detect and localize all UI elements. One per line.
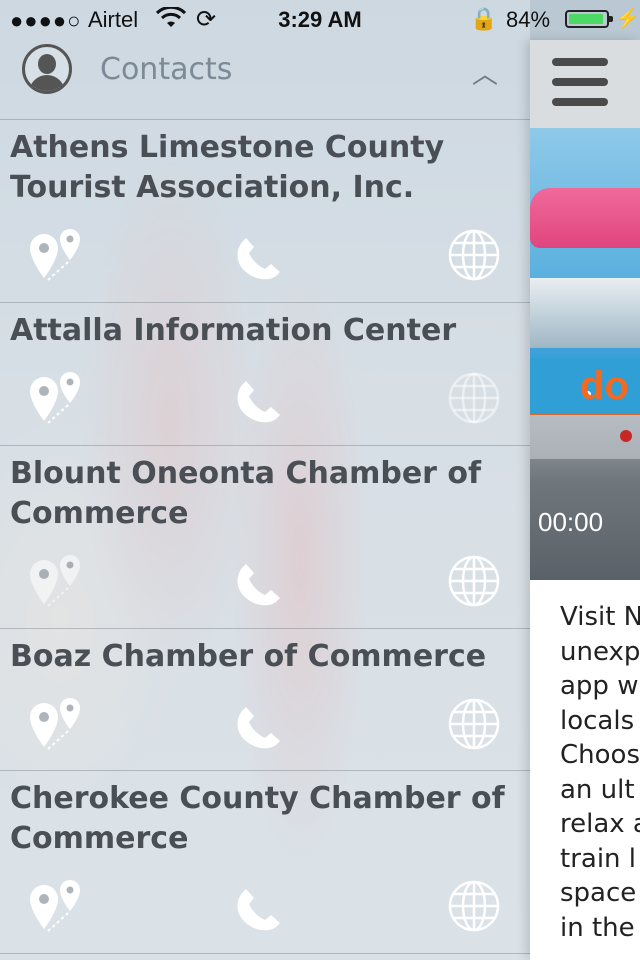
record-dot-icon	[620, 430, 632, 442]
avatar-icon[interactable]	[22, 44, 72, 94]
rotation-lock-icon: 🔒	[470, 6, 498, 31]
phone-icon[interactable]	[230, 554, 286, 612]
description-line: app w	[560, 671, 639, 701]
map-pin-icon[interactable]	[28, 879, 84, 937]
page-title: Contacts	[100, 52, 233, 87]
phone-icon[interactable]	[230, 697, 286, 755]
description-line: an ult	[560, 774, 635, 805]
contacts-header: Contacts ︿	[0, 40, 530, 120]
contact-name: Attalla Information Center	[10, 313, 457, 348]
description-line: space	[560, 878, 637, 908]
status-bar: ●●●●○ Airtel ⟳ 3:29 AM 🔒 84% ⚡	[0, 0, 640, 40]
map-pin-icon[interactable]	[28, 554, 84, 612]
globe-icon[interactable]	[446, 369, 502, 427]
contact-name: Blount Oneonta Chamber of Commerce	[10, 456, 482, 531]
description-line: relax a	[560, 809, 640, 839]
video-control-bar	[530, 415, 640, 459]
charging-icon: ⚡	[615, 8, 640, 30]
contact-name: Athens Limestone County Tourist Associat…	[10, 130, 445, 205]
globe-icon[interactable]	[446, 695, 502, 753]
contact-name: Cherokee County Chamber of Commerce	[10, 781, 505, 856]
road-image	[530, 278, 640, 348]
description-line: train l	[560, 843, 637, 874]
hero-banner-image	[530, 128, 640, 358]
phone-icon[interactable]	[230, 371, 286, 429]
description-line: unexp	[560, 636, 640, 667]
chevron-up-icon[interactable]: ︿	[472, 54, 498, 91]
globe-icon[interactable]	[446, 552, 502, 610]
brand-logo: do	[580, 364, 629, 408]
battery-percent: 84%	[506, 7, 551, 32]
globe-icon[interactable]	[446, 226, 502, 284]
description-line: locals	[560, 705, 635, 736]
description-text: Visit N unexp app w locals Choos an ult relax …	[560, 600, 640, 945]
map-pin-icon[interactable]	[28, 228, 84, 286]
main-content-peek: do 00:00 Visit N unexp app w locals Choos an …	[530, 40, 640, 960]
phone-icon[interactable]	[230, 228, 286, 286]
contact-item[interactable]: Boaz Chamber of Commerce	[0, 629, 530, 771]
top-bar	[530, 40, 640, 128]
map-pin-icon[interactable]	[28, 371, 84, 429]
contact-item[interactable]: Attalla Information Center	[0, 303, 530, 446]
battery-icon	[565, 10, 613, 28]
description-line: Choos	[560, 740, 640, 770]
map-pin-icon[interactable]	[28, 697, 84, 755]
contact-name: Boaz Chamber of Commerce	[10, 639, 487, 674]
phone-icon[interactable]	[230, 879, 286, 937]
globe-icon[interactable]	[446, 877, 502, 935]
car-image	[530, 188, 640, 248]
description-line: in the	[560, 912, 635, 943]
contact-item[interactable]: Athens Limestone County Tourist Associat…	[0, 120, 530, 303]
menu-icon[interactable]	[552, 58, 608, 108]
brand-strip: do	[530, 358, 640, 415]
contact-item[interactable]: Cherokee County Chamber of Commerce	[0, 771, 530, 954]
contact-item[interactable]: Blount Oneonta Chamber of Commerce	[0, 446, 530, 629]
video-player[interactable]: 00:00	[530, 415, 640, 580]
description-line: Visit N	[560, 602, 640, 632]
video-timestamp: 00:00	[538, 507, 604, 537]
